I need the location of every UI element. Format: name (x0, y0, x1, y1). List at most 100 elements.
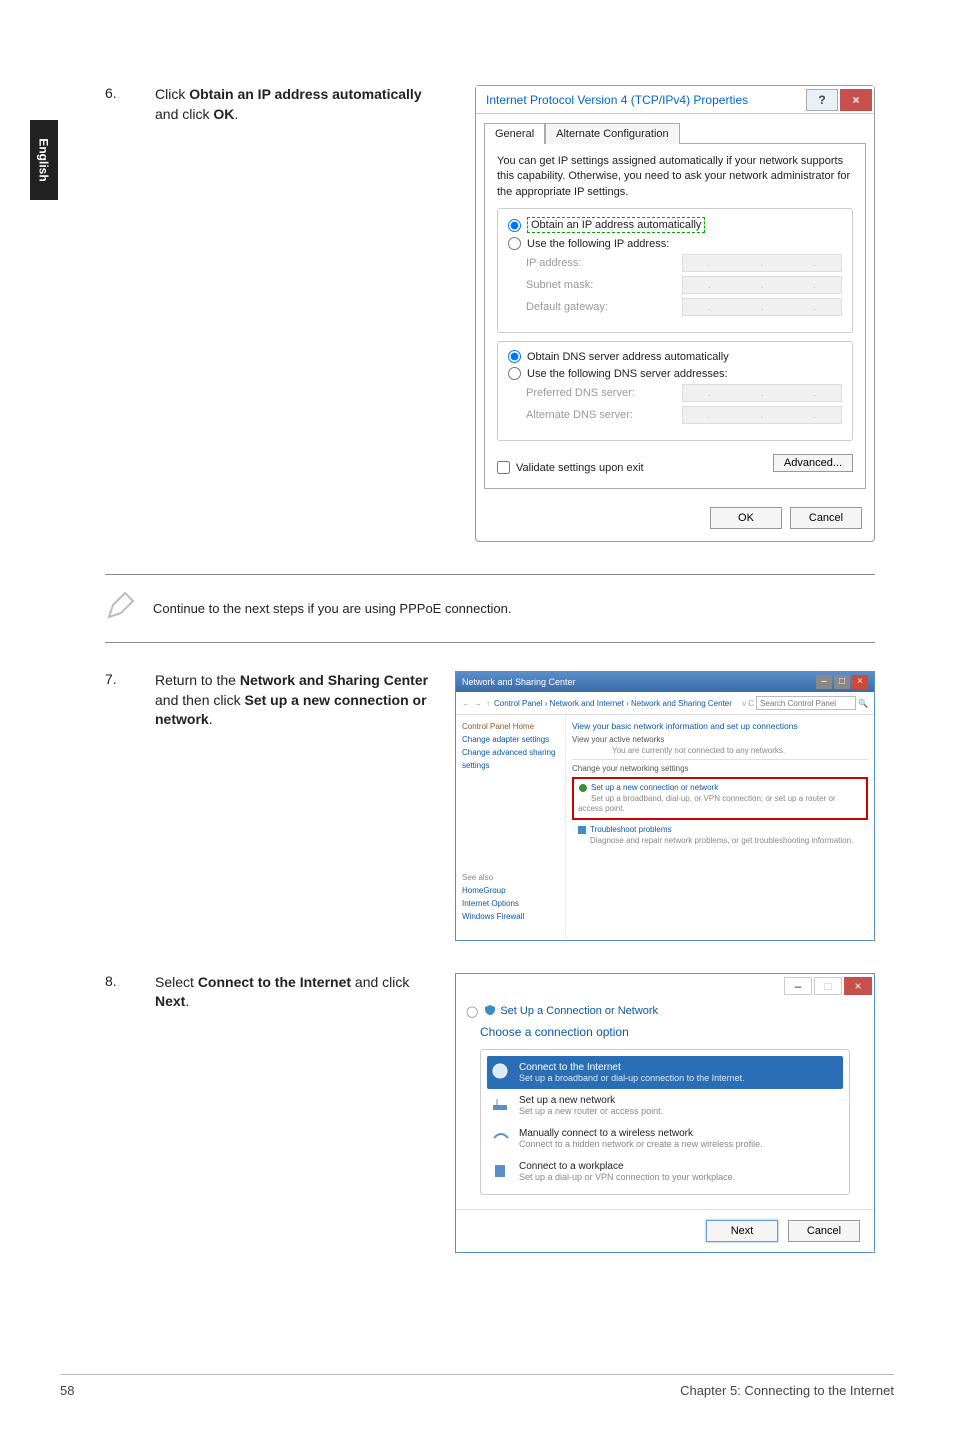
radio-auto-ip[interactable]: Obtain an IP address automatically (508, 217, 842, 233)
search-input[interactable] (756, 696, 856, 710)
minimize-button[interactable]: – (816, 675, 832, 689)
back-icon[interactable]: ◯ (466, 1005, 478, 1018)
pen-icon (105, 589, 153, 628)
step-number: 8. (105, 973, 155, 1253)
router-icon (491, 1095, 513, 1113)
step-number: 7. (105, 671, 155, 940)
radio-use-ip[interactable]: Use the following IP address: (508, 237, 842, 250)
window-titlebar: Network and Sharing Center – □ × (456, 672, 874, 692)
option-new-connection[interactable]: Set up a new connection or network Set u… (572, 777, 868, 820)
validate-checkbox[interactable] (497, 461, 510, 474)
dialog-title: Internet Protocol Version 4 (TCP/IPv4) P… (476, 93, 806, 107)
ip-fieldset: Obtain an IP address automatically Use t… (497, 208, 853, 333)
note-text: Continue to the next steps if you are us… (153, 601, 511, 616)
sidebar: Control Panel Home Change adapter settin… (456, 715, 566, 939)
step-text: Return to the Network and Sharing Center… (155, 671, 455, 940)
step-6: 6. Click Obtain an IP address automatica… (105, 85, 875, 542)
pref-dns-field: ... (682, 384, 842, 402)
pref-dns-row: Preferred DNS server: ... (526, 384, 842, 402)
shield-icon (484, 1004, 496, 1019)
validate-checkbox-row[interactable]: Validate settings upon exit (497, 461, 644, 474)
close-button[interactable]: × (852, 675, 868, 689)
tab-alternate[interactable]: Alternate Configuration (545, 123, 680, 144)
globe-icon (491, 1062, 513, 1080)
subnet-row: Subnet mask: ... (526, 276, 842, 294)
window-body: Control Panel Home Change adapter settin… (456, 715, 874, 939)
option-troubleshoot[interactable]: Troubleshoot problems Diagnose and repai… (572, 820, 868, 851)
sidebar-sharing[interactable]: Change advanced sharing settings (462, 747, 559, 773)
step-8-figure: – □ × ◯ Set Up a Connection or Network C… (455, 973, 875, 1253)
page-footer: 58 Chapter 5: Connecting to the Internet (60, 1374, 894, 1398)
wizard-titlebar: – □ × (456, 974, 874, 998)
up-icon[interactable]: ↑ (486, 699, 490, 708)
chapter-title: Chapter 5: Connecting to the Internet (680, 1383, 894, 1398)
dialog-titlebar: Internet Protocol Version 4 (TCP/IPv4) P… (476, 86, 874, 114)
forward-icon[interactable]: → (474, 699, 482, 708)
radio-use-dns-input[interactable] (508, 367, 521, 380)
back-icon[interactable]: ← (462, 699, 470, 708)
building-icon (491, 1161, 513, 1179)
radio-auto-ip-input[interactable] (508, 219, 521, 232)
step-6-figure: Internet Protocol Version 4 (TCP/IPv4) P… (455, 85, 875, 542)
cancel-button[interactable]: Cancel (788, 1220, 860, 1242)
next-button[interactable]: Next (706, 1220, 778, 1242)
step-text: Select Connect to the Internet and click… (155, 973, 455, 1253)
step-7-figure: Network and Sharing Center – □ × ← → ↑ C… (455, 671, 875, 940)
option-new-network[interactable]: Set up a new network Set up a new router… (487, 1089, 843, 1122)
radio-use-dns[interactable]: Use the following DNS server addresses: (508, 367, 842, 380)
troubleshoot-icon (577, 825, 587, 835)
sidebar-inet-options[interactable]: Internet Options (462, 898, 559, 911)
ip-address-field: ... (682, 254, 842, 272)
breadcrumb[interactable]: Control Panel › Network and Internet › N… (494, 699, 732, 708)
subnet-field: ... (682, 276, 842, 294)
page-number: 58 (60, 1383, 74, 1398)
option-connect-internet[interactable]: Connect to the Internet Set up a broadba… (487, 1056, 843, 1089)
gateway-row: Default gateway: ... (526, 298, 842, 316)
cancel-button[interactable]: Cancel (790, 507, 862, 529)
wizard-body: Choose a connection option Connect to th… (456, 1025, 874, 1209)
step-text: Click Obtain an IP address automatically… (155, 85, 455, 542)
wireless-icon (491, 1128, 513, 1146)
heading-change-settings: Change your networking settings (572, 764, 868, 773)
step-8: 8. Select Connect to the Internet and cl… (105, 973, 875, 1253)
sidebar-homegroup[interactable]: HomeGroup (462, 885, 559, 898)
minimize-button[interactable]: – (784, 977, 812, 995)
dialog-body: You can get IP settings assigned automat… (484, 143, 866, 489)
maximize-button[interactable]: □ (814, 977, 842, 995)
dialog-description: You can get IP settings assigned automat… (497, 154, 853, 200)
page: English 6. Click Obtain an IP address au… (0, 0, 954, 1438)
ip-address-row: IP address: ... (526, 254, 842, 272)
note-row: Continue to the next steps if you are us… (105, 574, 875, 643)
ok-button[interactable]: OK (710, 507, 782, 529)
heading-active-networks: View your active networks (572, 735, 868, 744)
advanced-button[interactable]: Advanced... (773, 454, 853, 472)
maximize-button[interactable]: □ (834, 675, 850, 689)
connection-wizard: – □ × ◯ Set Up a Connection or Network C… (455, 973, 875, 1253)
dialog-footer: OK Cancel (476, 497, 874, 541)
window-title: Network and Sharing Center (462, 677, 576, 687)
radio-auto-dns-input[interactable] (508, 350, 521, 363)
gateway-field: ... (682, 298, 842, 316)
dns-fieldset: Obtain DNS server address automatically … (497, 341, 853, 441)
tab-general[interactable]: General (484, 123, 545, 144)
alt-dns-field: ... (682, 406, 842, 424)
dialog-tabs: General Alternate Configuration (476, 114, 874, 143)
search-icon[interactable]: 🔍 (858, 699, 868, 708)
close-button[interactable]: × (844, 977, 872, 995)
option-wireless[interactable]: Manually connect to a wireless network C… (487, 1122, 843, 1155)
network-icon (578, 783, 588, 793)
sidebar-adapter[interactable]: Change adapter settings (462, 734, 559, 747)
radio-use-ip-input[interactable] (508, 237, 521, 250)
sidebar-firewall[interactable]: Windows Firewall (462, 911, 559, 924)
language-tab: English (30, 120, 58, 200)
wizard-heading: Choose a connection option (480, 1025, 850, 1039)
network-sharing-center-window: Network and Sharing Center – □ × ← → ↑ C… (455, 671, 875, 940)
option-workplace[interactable]: Connect to a workplace Set up a dial-up … (487, 1155, 843, 1188)
close-button[interactable]: × (840, 89, 872, 111)
step-7: 7. Return to the Network and Sharing Cen… (105, 671, 875, 940)
wizard-subheader: ◯ Set Up a Connection or Network (456, 998, 874, 1025)
radio-auto-dns[interactable]: Obtain DNS server address automatically (508, 350, 842, 363)
alt-dns-row: Alternate DNS server: ... (526, 406, 842, 424)
help-button[interactable]: ? (806, 89, 838, 111)
sidebar-home[interactable]: Control Panel Home (462, 721, 559, 734)
